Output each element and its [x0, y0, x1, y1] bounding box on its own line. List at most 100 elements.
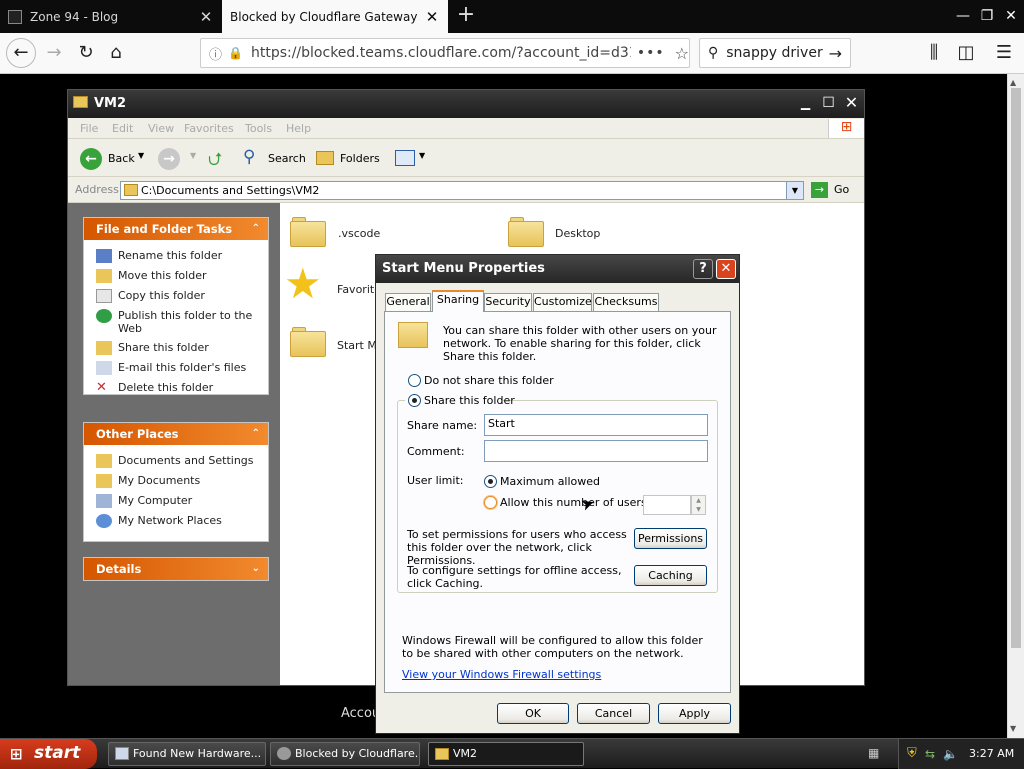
cancel-button[interactable]: Cancel: [577, 703, 650, 724]
home-icon[interactable]: ⌂: [102, 39, 130, 67]
url-bar[interactable]: ⓘ 🔒 https://blocked.teams.cloudflare.com…: [200, 38, 690, 68]
go-arrow-icon[interactable]: →: [811, 182, 828, 198]
tab-checksums[interactable]: Checksums: [593, 293, 659, 311]
page-scrollbar[interactable]: ▲ ▼: [1007, 74, 1024, 738]
menu-file[interactable]: File: [80, 122, 98, 135]
apply-button[interactable]: Apply: [658, 703, 731, 724]
allow-number-label[interactable]: Allow this number of users:: [500, 496, 650, 509]
taskbar-item-vm2[interactable]: VM2: [428, 742, 584, 766]
panel-header[interactable]: Details ⌄: [84, 558, 268, 580]
restore-icon[interactable]: ❐: [976, 4, 998, 28]
user-count-input[interactable]: [643, 495, 691, 515]
taskbar-item-cloudflare[interactable]: Blocked by Cloudflare...: [270, 742, 420, 766]
dialog-title-bar[interactable]: Start Menu Properties ? ✕: [376, 255, 739, 283]
do-not-share-radio[interactable]: [408, 374, 421, 387]
back-button-label[interactable]: Back: [108, 152, 135, 165]
folders-button-label[interactable]: Folders: [340, 152, 380, 165]
page-actions-icon[interactable]: •••: [637, 45, 665, 61]
caching-button[interactable]: Caching: [634, 565, 707, 586]
go-button-label[interactable]: Go: [834, 183, 849, 196]
permissions-button[interactable]: Permissions: [634, 528, 707, 549]
search-icon[interactable]: ⚲: [243, 147, 255, 167]
chevron-down-icon[interactable]: ▼: [786, 182, 803, 199]
favorites-star-icon[interactable]: ★: [284, 261, 322, 307]
panel-header[interactable]: File and Folder Tasks ⌃: [84, 218, 268, 240]
task-move-folder[interactable]: Move this folder: [84, 266, 268, 286]
url-text[interactable]: https://blocked.teams.cloudflare.com/?ac…: [251, 45, 631, 61]
share-name-input[interactable]: Start: [484, 414, 708, 436]
menu-tools[interactable]: Tools: [245, 122, 272, 135]
place-my-computer[interactable]: My Computer: [84, 491, 268, 511]
task-publish-web[interactable]: Publish this folder to the Web: [84, 306, 268, 338]
close-icon[interactable]: ✕: [716, 259, 736, 279]
menu-edit[interactable]: Edit: [112, 122, 133, 135]
collapse-chevron-icon[interactable]: ⌃: [252, 423, 260, 445]
allow-number-radio[interactable]: [484, 496, 497, 509]
maximum-allowed-radio[interactable]: [484, 475, 497, 488]
menu-view[interactable]: View: [148, 122, 174, 135]
spin-down-icon[interactable]: ▼: [692, 505, 705, 514]
panel-header[interactable]: Other Places ⌃: [84, 423, 268, 445]
views-icon[interactable]: [395, 150, 415, 166]
tab-general[interactable]: General: [385, 293, 431, 311]
volume-icon[interactable]: 🔈: [943, 739, 958, 769]
menu-favorites[interactable]: Favorites: [184, 122, 234, 135]
keyboard-icon[interactable]: ▦: [868, 746, 879, 760]
place-documents-settings[interactable]: Documents and Settings: [84, 451, 268, 471]
file-label[interactable]: Desktop: [555, 227, 600, 240]
comment-input[interactable]: [484, 440, 708, 462]
expand-chevron-icon[interactable]: ⌄: [252, 558, 260, 580]
taskbar-item-found-hardware[interactable]: Found New Hardware...: [108, 742, 266, 766]
browser-tab-cloudflare[interactable]: Blocked by Cloudflare Gateway ✕: [222, 0, 448, 33]
back-arrow-icon[interactable]: ←: [6, 38, 36, 68]
collapse-chevron-icon[interactable]: ⌃: [252, 218, 260, 240]
reload-icon[interactable]: ↻: [72, 39, 100, 67]
tab-sharing[interactable]: Sharing: [432, 290, 484, 312]
search-go-arrow-icon[interactable]: →: [829, 44, 842, 63]
folders-icon[interactable]: [316, 151, 334, 165]
close-tab-icon[interactable]: ✕: [424, 8, 440, 26]
scroll-thumb[interactable]: [1011, 88, 1021, 648]
place-my-documents[interactable]: My Documents: [84, 471, 268, 491]
share-folder-label[interactable]: Share this folder: [424, 394, 515, 407]
close-icon[interactable]: ✕: [841, 93, 862, 114]
do-not-share-label[interactable]: Do not share this folder: [424, 374, 554, 387]
start-button[interactable]: ⊞ start: [0, 739, 97, 769]
user-count-spinner[interactable]: ▲ ▼: [691, 495, 706, 515]
firewall-settings-link[interactable]: View your Windows Firewall settings: [402, 668, 601, 681]
explorer-title-bar[interactable]: VM2 ▁ ☐ ✕: [68, 90, 864, 118]
maximum-allowed-label[interactable]: Maximum allowed: [500, 475, 600, 488]
chevron-down-icon[interactable]: ▼: [138, 151, 144, 160]
browser-tab-zone94[interactable]: Zone 94 - Blog ✕: [0, 0, 222, 33]
search-button-label[interactable]: Search: [268, 152, 306, 165]
chevron-down-icon[interactable]: ▼: [419, 151, 425, 160]
back-arrow-icon[interactable]: ←: [80, 148, 102, 170]
minimize-icon[interactable]: —: [952, 4, 974, 28]
place-my-network[interactable]: My Network Places: [84, 511, 268, 531]
task-delete-folder[interactable]: ✕ Delete this folder: [84, 378, 268, 398]
close-tab-icon[interactable]: ✕: [198, 8, 214, 26]
new-tab-icon[interactable]: +: [454, 4, 478, 28]
maximize-icon[interactable]: ☐: [818, 93, 839, 114]
file-label[interactable]: .vscode: [338, 227, 380, 240]
forward-arrow-icon[interactable]: →: [158, 148, 180, 170]
spin-up-icon[interactable]: ▲: [692, 496, 705, 505]
folder-icon[interactable]: [290, 215, 326, 247]
sidebar-icon[interactable]: ◫: [952, 39, 980, 67]
search-input[interactable]: ⚲ snappy driver →: [699, 38, 851, 68]
scroll-down-icon[interactable]: ▼: [1010, 724, 1016, 733]
network-icon[interactable]: ⇆: [925, 739, 935, 769]
address-input[interactable]: C:\Documents and Settings\VM2 ▼: [120, 181, 804, 200]
share-folder-radio[interactable]: [408, 394, 421, 407]
close-window-icon[interactable]: ✕: [1000, 4, 1022, 28]
clock[interactable]: 3:27 AM: [969, 739, 1014, 769]
task-share-folder[interactable]: Share this folder: [84, 338, 268, 358]
tab-security[interactable]: Security: [484, 293, 532, 311]
minimize-icon[interactable]: ▁: [795, 93, 816, 114]
task-rename-folder[interactable]: Rename this folder: [84, 246, 268, 266]
bookmark-star-icon[interactable]: ☆: [675, 44, 689, 63]
info-icon[interactable]: ⓘ: [209, 44, 222, 63]
chevron-down-icon[interactable]: ▼: [190, 151, 196, 160]
forward-arrow-icon[interactable]: →: [40, 39, 68, 67]
security-shield-icon[interactable]: ⛨: [907, 739, 917, 769]
